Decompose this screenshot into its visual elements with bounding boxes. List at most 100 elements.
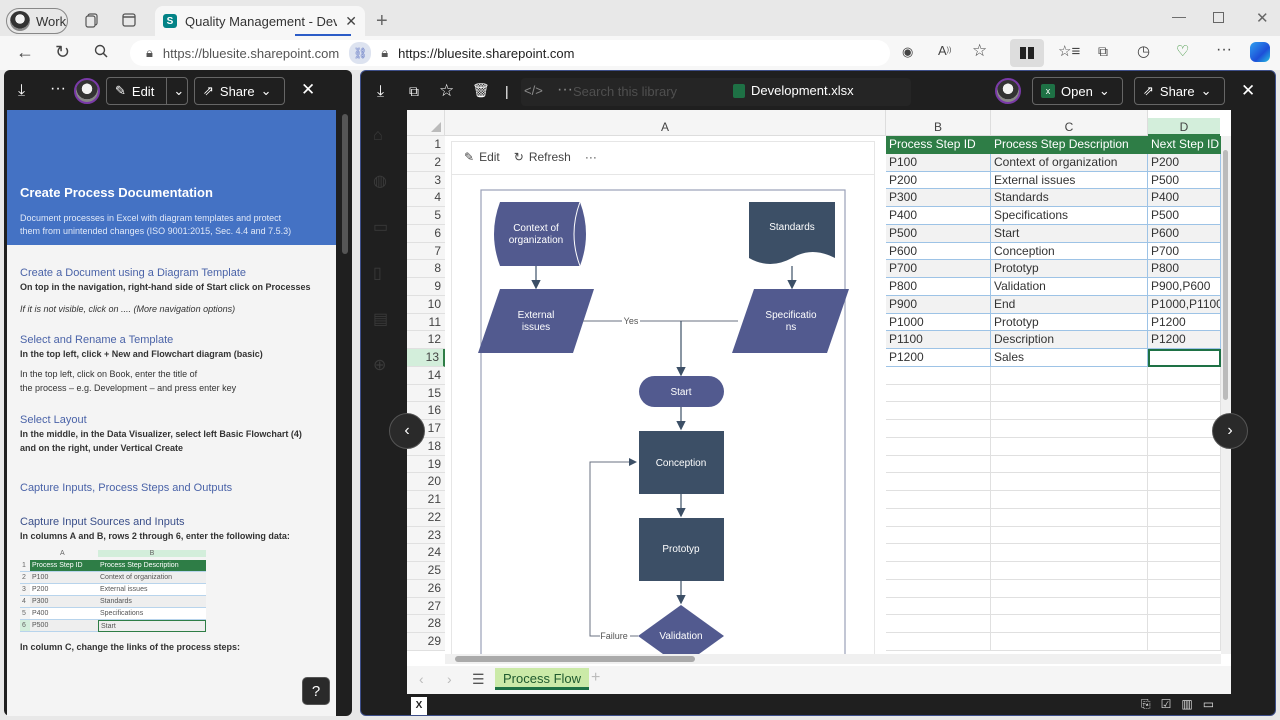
row-header[interactable]: 15 <box>407 384 445 403</box>
empty-cell[interactable] <box>886 562 991 580</box>
all-sheets-menu-icon[interactable]: ☰ <box>472 671 485 688</box>
empty-cell[interactable] <box>886 508 991 527</box>
share-button[interactable]: ⇗ Share ⌄ <box>1134 77 1225 105</box>
column-header-a[interactable]: A <box>445 110 886 136</box>
copilot-icon[interactable] <box>1250 42 1270 62</box>
data-visualizer-diagram[interactable]: ✎ Edit ↻ Refresh ··· Context of organizati… <box>451 141 875 662</box>
tracking-eye-icon[interactable]: ◉ <box>902 44 913 60</box>
device-view-icon[interactable]: ▭ <box>1203 697 1214 712</box>
empty-cell[interactable] <box>886 455 991 474</box>
empty-cell[interactable] <box>886 420 991 438</box>
column-header-d[interactable]: D <box>1148 118 1220 136</box>
empty-cell[interactable] <box>1148 526 1221 545</box>
node-start[interactable]: Start <box>639 376 724 407</box>
table-cell[interactable]: End <box>991 295 1148 314</box>
row-header[interactable]: 28 <box>407 615 445 633</box>
row-header[interactable]: 1 <box>407 136 445 154</box>
browser-tab-active[interactable]: S Quality Management - Developm ✕ <box>155 6 365 36</box>
empty-cell[interactable] <box>1148 562 1221 580</box>
table-cell[interactable]: P500 <box>886 224 991 243</box>
empty-cell[interactable] <box>991 562 1148 580</box>
doc-sync-icon[interactable]: ⎘ <box>1141 697 1151 712</box>
row-header[interactable]: 26 <box>407 579 445 598</box>
table-cell[interactable]: P200 <box>1148 153 1221 172</box>
next-file-button[interactable]: › <box>1212 413 1248 449</box>
table-cell[interactable]: Start <box>991 224 1148 243</box>
empty-cell[interactable] <box>886 437 991 456</box>
row-header[interactable]: 19 <box>407 455 445 474</box>
edit-button[interactable]: ✎ Edit ⌄ <box>106 77 188 105</box>
empty-cell[interactable] <box>1148 420 1221 438</box>
row-header[interactable]: 23 <box>407 526 445 545</box>
empty-cell[interactable] <box>1148 402 1221 420</box>
table-cell[interactable]: Specifications <box>991 207 1148 225</box>
table-cell[interactable]: Sales <box>991 349 1148 367</box>
row-header[interactable]: 9 <box>407 278 445 296</box>
row-header[interactable]: 22 <box>407 508 445 527</box>
table-cell[interactable]: Context of organization <box>991 153 1148 172</box>
close-preview-icon[interactable]: ✕ <box>1241 81 1255 101</box>
favorite-star-icon[interactable]: ☆ <box>972 41 987 61</box>
new-tab-icon[interactable]: + <box>376 10 388 33</box>
empty-cell[interactable] <box>1148 579 1221 598</box>
node-external-issues[interactable]: External issues <box>478 289 594 353</box>
empty-cell[interactable] <box>991 544 1148 562</box>
empty-cell[interactable] <box>886 597 991 616</box>
table-cell[interactable]: P600 <box>1148 224 1221 243</box>
row-header[interactable]: 7 <box>407 242 445 261</box>
table-cell[interactable]: P300 <box>886 189 991 207</box>
edit-dropdown-chevron-icon[interactable]: ⌄ <box>166 78 184 104</box>
active-cell[interactable] <box>1148 349 1221 367</box>
node-prototyp[interactable]: Prototyp <box>639 518 724 581</box>
close-pane-icon[interactable]: ✕ <box>301 80 315 100</box>
horizontal-scroll-thumb[interactable] <box>455 656 695 662</box>
node-context-of-organization[interactable]: Context of organization <box>494 201 586 267</box>
empty-cell[interactable] <box>886 633 991 651</box>
reading-view-icon[interactable]: ▥ <box>1181 697 1192 712</box>
table-cell[interactable]: Description <box>991 331 1148 349</box>
row-header[interactable]: 13 <box>407 349 445 367</box>
empty-cell[interactable] <box>991 491 1148 509</box>
help-button[interactable]: ? <box>302 677 330 705</box>
row-header[interactable]: 21 <box>407 491 445 509</box>
table-cell[interactable]: P600 <box>886 242 991 261</box>
row-header[interactable]: 5 <box>407 207 445 225</box>
more-options-icon[interactable]: ··· <box>1216 41 1232 59</box>
table-cell[interactable]: Prototyp <box>991 260 1148 278</box>
empty-cell[interactable] <box>886 544 991 562</box>
node-standards[interactable]: Standards <box>749 202 835 264</box>
horizontal-scrollbar[interactable] <box>445 654 1221 664</box>
table-header-cell[interactable]: Process Step Description <box>991 136 1148 154</box>
more-icon[interactable]: ··· <box>50 80 66 98</box>
table-cell[interactable]: P100 <box>886 153 991 172</box>
table-cell[interactable]: Conception <box>991 242 1148 261</box>
table-cell[interactable]: P900 <box>886 295 991 314</box>
previous-file-button[interactable]: ‹ <box>389 413 425 449</box>
table-cell[interactable]: P1000 <box>886 313 991 332</box>
checklist-icon[interactable]: ☑ <box>1161 697 1172 712</box>
table-cell[interactable]: P800 <box>886 278 991 296</box>
empty-cell[interactable] <box>991 579 1148 598</box>
empty-cell[interactable] <box>1148 366 1221 385</box>
browser-essentials-icon[interactable]: ♡ <box>1176 42 1189 60</box>
split-link-icon[interactable]: ⛓ <box>349 42 372 64</box>
empty-cell[interactable] <box>886 402 991 420</box>
empty-cell[interactable] <box>886 384 991 403</box>
row-header[interactable]: 6 <box>407 224 445 243</box>
address-field[interactable]: 🔒︎ https://bluesite.sharepoint.com ⛓ 🔒︎ … <box>130 40 890 66</box>
table-cell[interactable]: P1200 <box>1148 313 1221 332</box>
history-icon[interactable]: ◷ <box>1137 42 1150 60</box>
empty-cell[interactable] <box>991 633 1148 651</box>
favorite-icon[interactable]: ☆ <box>439 81 454 101</box>
download-icon[interactable]: ⤓ <box>377 83 384 101</box>
row-header[interactable]: 20 <box>407 473 445 491</box>
table-header-cell[interactable]: Process Step ID <box>886 136 991 154</box>
empty-cell[interactable] <box>1148 491 1221 509</box>
empty-cell[interactable] <box>991 473 1148 491</box>
previous-sheet-icon[interactable]: ‹ <box>419 671 424 687</box>
user-avatar[interactable] <box>74 78 100 104</box>
column-header-b[interactable]: B <box>886 110 991 136</box>
empty-cell[interactable] <box>991 420 1148 438</box>
empty-cell[interactable] <box>886 491 991 509</box>
empty-cell[interactable] <box>991 384 1148 403</box>
